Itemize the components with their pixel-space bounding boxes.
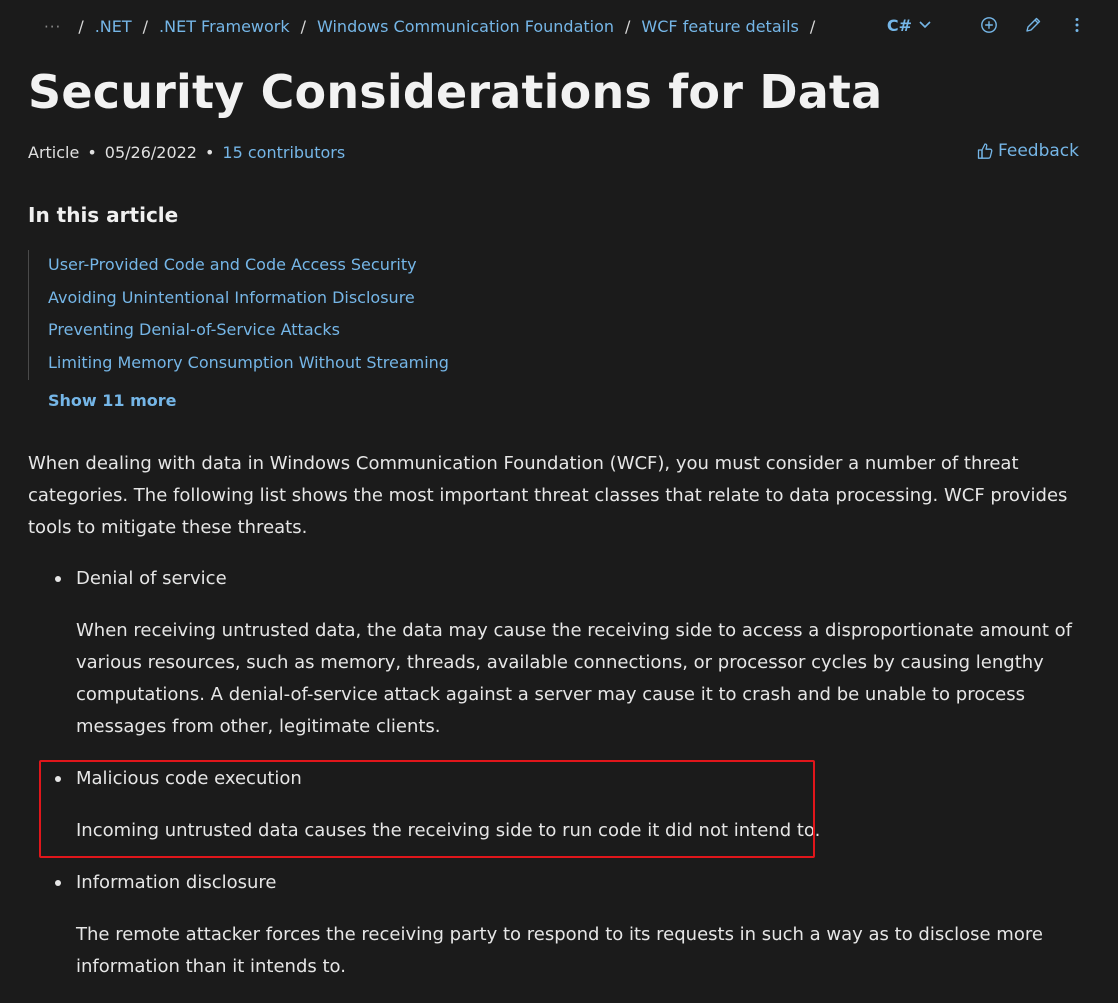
intro-paragraph: When dealing with data in Windows Commun… bbox=[28, 453, 1068, 538]
language-selector-label: C# bbox=[886, 15, 912, 35]
toc-heading: In this article bbox=[28, 203, 179, 227]
bullet-dot bbox=[55, 576, 61, 582]
more-vertical-icon bbox=[1075, 18, 1079, 32]
page-title: Security Considerations for Data bbox=[28, 65, 883, 119]
threat-description: The remote attacker forces the receiving… bbox=[76, 924, 1043, 977]
breadcrumb-item-dotnet-framework[interactable]: .NET Framework bbox=[159, 17, 290, 36]
breadcrumb-separator: / bbox=[142, 17, 149, 36]
bullet-dot bbox=[55, 776, 61, 782]
toc-item: User-Provided Code and Code Access Secur… bbox=[29, 250, 489, 283]
language-selector[interactable]: C# bbox=[887, 16, 932, 35]
article-date: 05/26/2022 bbox=[104, 143, 197, 162]
breadcrumb-more-button[interactable]: ··· bbox=[38, 18, 67, 36]
threat-description: Incoming untrusted data causes the recei… bbox=[76, 820, 821, 841]
breadcrumb-separator: / bbox=[78, 17, 84, 36]
meta-separator-dot: • bbox=[204, 143, 215, 162]
add-collection-button[interactable] bbox=[978, 14, 1000, 36]
toc-list: User-Provided Code and Code Access Secur… bbox=[28, 250, 489, 381]
threat-item-information-disclosure: Information disclosure The remote attack… bbox=[28, 867, 1098, 983]
threat-name: Malicious code execution bbox=[76, 768, 302, 789]
add-circle-icon bbox=[981, 17, 997, 33]
feedback-button[interactable]: Feedback bbox=[977, 141, 1079, 161]
toc-link-avoiding-disclosure[interactable]: Avoiding Unintentional Information Discl… bbox=[48, 288, 415, 307]
threat-name: Denial of service bbox=[76, 568, 227, 589]
threat-list: Denial of service When receiving untrust… bbox=[28, 563, 1098, 1003]
meta-separator-dot: • bbox=[87, 143, 97, 162]
thumbs-up-icon bbox=[977, 143, 993, 159]
toc-link-limiting-memory[interactable]: Limiting Memory Consumption Without Stre… bbox=[48, 353, 449, 372]
breadcrumb-item-wcf[interactable]: Windows Communication Foundation bbox=[317, 17, 614, 36]
toc-link-preventing-dos[interactable]: Preventing Denial-of-Service Attacks bbox=[48, 320, 340, 339]
breadcrumb-item-dotnet[interactable]: .NET bbox=[95, 17, 132, 36]
toc-link-user-provided-code[interactable]: User-Provided Code and Code Access Secur… bbox=[48, 255, 417, 274]
toc-item: Preventing Denial-of-Service Attacks bbox=[29, 315, 489, 348]
toc-item: Limiting Memory Consumption Without Stre… bbox=[29, 348, 489, 381]
bullet-dot bbox=[55, 880, 61, 886]
edit-pencil-icon bbox=[1026, 17, 1041, 32]
breadcrumb-separator: / bbox=[809, 17, 816, 36]
page-toolbar: C# bbox=[887, 14, 1088, 36]
contributors-link[interactable]: 15 contributors bbox=[222, 143, 345, 162]
chevron-down-icon bbox=[919, 21, 931, 29]
breadcrumb: ··· / .NET / .NET Framework / Windows Co… bbox=[38, 17, 826, 36]
edit-button[interactable] bbox=[1022, 14, 1044, 36]
breadcrumb-separator: / bbox=[625, 17, 631, 36]
article-metadata: Article • 05/26/2022 • 15 contributors bbox=[28, 143, 345, 162]
article-type: Article bbox=[28, 143, 80, 162]
breadcrumb-separator: / bbox=[300, 17, 307, 36]
threat-item-denial-of-service: Denial of service When receiving untrust… bbox=[28, 563, 1098, 743]
threat-description: When receiving untrusted data, the data … bbox=[76, 620, 1072, 737]
top-bar: ··· / .NET / .NET Framework / Windows Co… bbox=[0, 10, 1118, 46]
threat-item-malicious-code-execution: Malicious code execution Incoming untrus… bbox=[28, 763, 1098, 847]
feedback-label: Feedback bbox=[998, 141, 1079, 161]
toc-item: Avoiding Unintentional Information Discl… bbox=[29, 283, 489, 316]
more-actions-button[interactable] bbox=[1066, 14, 1088, 36]
threat-name: Information disclosure bbox=[76, 872, 277, 893]
breadcrumb-item-wcf-feature-details[interactable]: WCF feature details bbox=[641, 17, 798, 36]
toc-show-more-button[interactable]: Show 11 more bbox=[48, 391, 177, 410]
